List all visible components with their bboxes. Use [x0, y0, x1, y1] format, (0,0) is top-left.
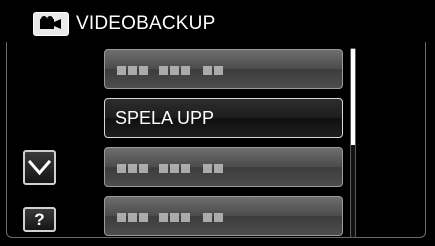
- placeholder-dots: [117, 213, 257, 222]
- menu-item-placeholder-1[interactable]: [104, 49, 343, 89]
- page-title: VIDEOBACKUP: [76, 13, 216, 34]
- header-bar: VIDEOBACKUP: [0, 0, 435, 40]
- scrollbar-thumb[interactable]: [351, 49, 355, 145]
- menu-item-placeholder-4[interactable]: [104, 196, 343, 236]
- chevron-down-icon: [27, 159, 52, 176]
- help-button[interactable]: ?: [23, 207, 56, 232]
- help-icon: ?: [34, 210, 45, 229]
- scroll-down-button[interactable]: [23, 150, 56, 185]
- scrollbar[interactable]: [350, 48, 356, 238]
- placeholder-dots: [117, 66, 257, 75]
- menu-item-label: SPELA UPP: [115, 108, 215, 128]
- menu-item-placeholder-3[interactable]: [104, 147, 343, 187]
- placeholder-dots: [117, 164, 257, 173]
- video-camera-icon: [33, 12, 69, 36]
- menu-item-spela-upp[interactable]: SPELA UPP: [104, 98, 343, 138]
